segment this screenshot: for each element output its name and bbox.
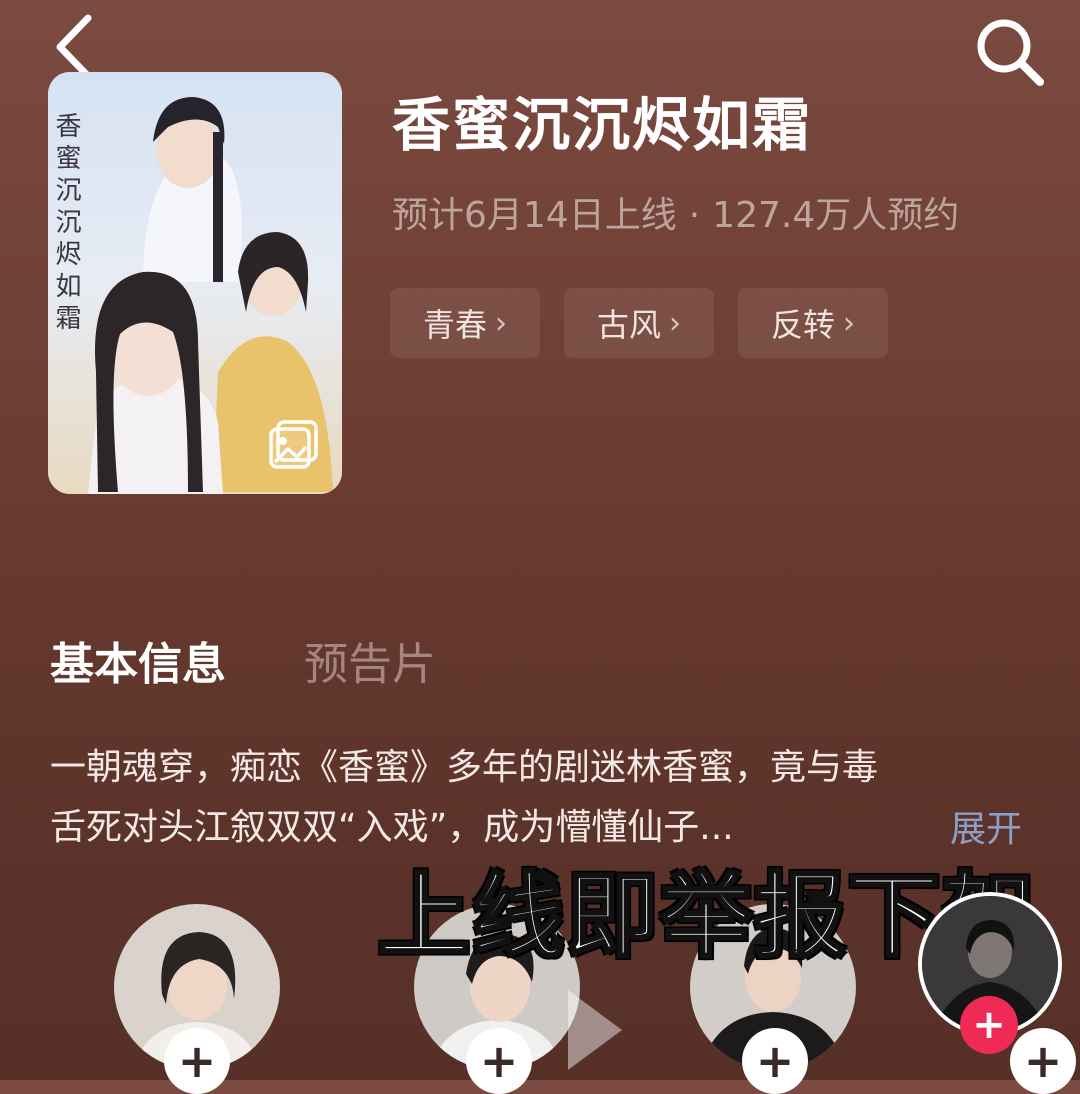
meta-separator: · <box>688 195 701 236</box>
tag-qingchun[interactable]: 青春 › <box>390 288 540 358</box>
follow-button[interactable]: + <box>164 1028 230 1094</box>
play-icon <box>568 990 622 1070</box>
search-icon <box>977 19 1044 86</box>
follow-button[interactable]: + <box>742 1028 808 1094</box>
tag-label: 青春 <box>422 306 487 344</box>
tag-label: 古风 <box>596 306 661 344</box>
reservation-count: 127.4万人预约 <box>712 195 960 236</box>
tag-gufeng[interactable]: 古风 › <box>564 288 714 358</box>
follow-button[interactable]: + <box>466 1028 532 1094</box>
chevron-right-icon: › <box>495 305 507 341</box>
poster-title-text: 香蜜沉沉烬如霜 <box>51 112 81 336</box>
creator-follow-button[interactable]: + <box>960 996 1018 1054</box>
genre-tags: 青春 › 古风 › 反转 › <box>390 288 888 358</box>
tab-basic-info[interactable]: 基本信息 <box>50 628 226 692</box>
release-date: 预计6月14日上线 <box>392 195 677 236</box>
tag-fanzhuan[interactable]: 反转 › <box>738 288 888 358</box>
drama-poster[interactable]: 香蜜沉沉烬如霜 <box>48 72 342 494</box>
detail-tabs: 基本信息 预告片 <box>50 628 436 692</box>
synopsis-line: 一朝魂穿，痴恋《香蜜》多年的剧迷林香蜜，竟与毒 <box>50 747 879 788</box>
release-info: 预计6月14日上线 · 127.4万人预约 <box>392 186 959 238</box>
chevron-right-icon: › <box>669 305 681 341</box>
chevron-right-icon: › <box>843 305 855 341</box>
tab-trailer[interactable]: 预告片 <box>304 628 436 692</box>
gallery-icon[interactable] <box>266 416 322 472</box>
search-button[interactable] <box>970 12 1050 92</box>
plus-icon: + <box>972 1002 1006 1048</box>
tag-label: 反转 <box>770 306 835 344</box>
synopsis: 一朝魂穿，痴恋《香蜜》多年的剧迷林香蜜，竟与毒 舌死对头江叙双双“入戏”，成为懵… <box>50 738 1030 858</box>
drama-title: 香蜜沉沉烬如霜 <box>392 91 813 159</box>
follow-button[interactable]: + <box>1010 1028 1076 1094</box>
